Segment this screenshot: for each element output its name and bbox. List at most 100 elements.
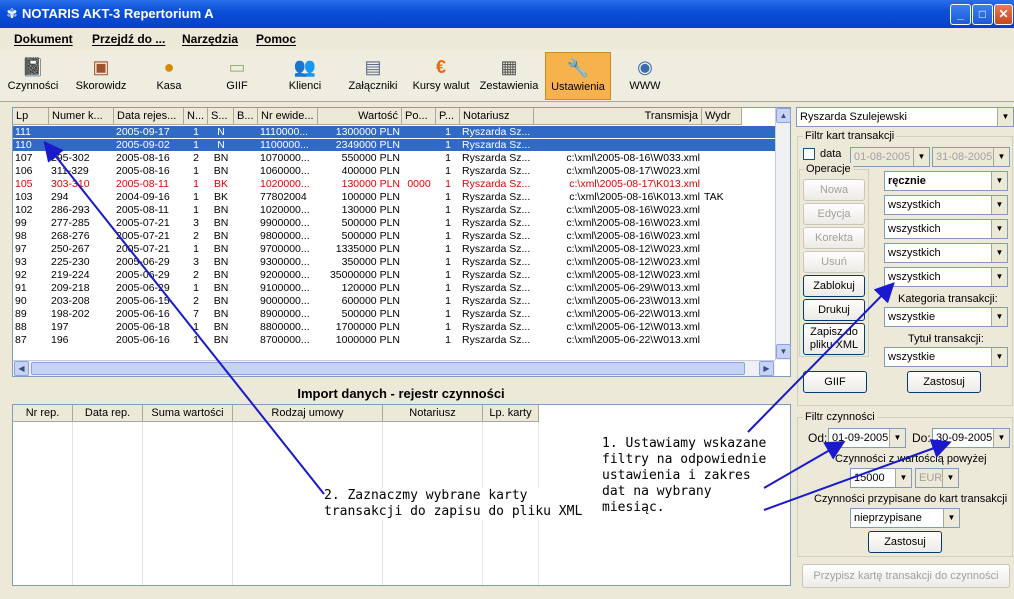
table-row[interactable]: 92 219-224 2005-06-29 2 BN 9200000... 35000000… [13,269,775,281]
col-header-wydr[interactable]: Wydr [702,108,742,125]
col-header-lp[interactable]: Lp [13,108,49,125]
title-label: Tytuł transakcji: [908,333,984,345]
save-xml-button[interactable]: Zapisz do pliku XML [803,323,865,355]
toolbar-zalaczniki[interactable]: ▤ Załączniki [344,52,402,100]
col-header-wartosc[interactable]: Wartość [318,108,402,125]
scroll-thumb[interactable] [31,362,745,375]
usun-button[interactable]: Usuń [803,251,865,273]
import-col-header[interactable]: Lp. karty [483,405,539,422]
menu-pomoc[interactable]: Pomoc [256,32,296,46]
cell-transmisja: c:\xml\2005-08-16\W033.xml [566,152,700,164]
toolbar-label: Załączniki [348,80,398,92]
table-row[interactable]: 99 277-285 2005-07-21 3 BN 9900000... 500000 P… [13,217,775,229]
filter-select-2[interactable]: wszystkich ▼ [884,219,1008,239]
table-row[interactable]: 102 286-293 2005-08-11 1 BN 1020000... 130000 … [13,204,775,216]
toolbar-kasa[interactable]: ● Kasa [140,52,198,100]
nowa-button[interactable]: Nowa [803,179,865,201]
filter-select-1[interactable]: wszystkich ▼ [884,195,1008,215]
korekta-button[interactable]: Korekta [803,227,865,249]
table-row[interactable]: 97 250-267 2005-07-21 1 BN 9700000... 1335000 … [13,243,775,255]
col-header-n[interactable]: N... [184,108,208,125]
scroll-right-icon[interactable]: ▶ [759,361,774,376]
zablokuj-button[interactable]: Zablokuj [803,275,865,297]
col-header-nr-ewid[interactable]: Nr ewide... [258,108,318,125]
assign-card-button[interactable]: Przypisz kartę transakcji do czynności [802,564,1010,588]
toolbar-giif[interactable]: ▭ GIIF [208,52,266,100]
table-row[interactable]: 90 203-208 2005-06-15 2 BN 9000000... 600000 P… [13,295,775,307]
column-divider [72,422,73,585]
notary-select[interactable]: Ryszarda Szulejewski ▼ [796,107,1014,127]
mode-select[interactable]: ręcznie ▼ [884,171,1008,191]
import-col-header[interactable]: Nr rep. [13,405,73,422]
apply-cards-filter-button[interactable]: Zastosuj [907,371,981,393]
table-row[interactable]: 91 209-218 2005-06-29 1 BN 9100000... 120000 P… [13,282,775,294]
col-header-p[interactable]: P... [436,108,460,125]
import-col-header[interactable]: Suma wartości [143,405,233,422]
table-row[interactable]: 89 198-202 2005-06-16 7 BN 8900000... 500000 P… [13,308,775,320]
grid-vertical-scrollbar[interactable]: ▲ ▼ [775,108,791,360]
title-select[interactable]: wszystkie ▼ [884,347,1008,367]
do-date-picker[interactable]: 30-09-2005 ▼ [932,428,1010,448]
toolbar-klienci[interactable]: 👥 Klienci [276,52,334,100]
toolbar-czynnosci[interactable]: 📓 Czynności [4,52,62,100]
toolbar-ustawienia[interactable]: 🔧 Ustawienia [545,52,611,100]
date-to-picker[interactable]: 31-08-2005 ▼ [932,147,1010,167]
table-row[interactable]: 110 2005-09-02 1 N 1100000... 2349000 PLN 1 Rys… [13,139,775,151]
value-threshold-select[interactable]: 15000 ▼ [850,468,912,488]
close-button[interactable]: ✕ [994,4,1013,25]
col-header-b[interactable]: B... [234,108,258,125]
currency-value: EUR [919,472,943,484]
category-select[interactable]: wszystkie ▼ [884,307,1008,327]
menu-przejdz[interactable]: Przejdź do ... [92,32,165,46]
scroll-left-icon[interactable]: ◀ [14,361,29,376]
scroll-up-icon[interactable]: ▲ [776,108,791,123]
table-row[interactable]: 106 311-329 2005-08-16 1 BN 1060000... 400000 … [13,165,775,177]
scroll-down-icon[interactable]: ▼ [776,344,791,359]
toolbar-skorowidz[interactable]: ▣ Skorowidz [72,52,130,100]
cell-n: 2 [193,230,199,242]
table-row[interactable]: 87 196 2005-06-16 1 BN 8700000... 1000000 PLN 1… [13,334,775,346]
table-row[interactable]: 111 2005-09-17 1 N 1110000... 1300000 PLN 1 Rys… [13,126,775,138]
giif-button[interactable]: GIIF [803,371,867,393]
cell-transmisja: c:\xml\2005-08-12\W023.xml [566,243,700,255]
apply-acts-filter-button[interactable]: Zastosuj [868,531,942,553]
col-header-data[interactable]: Data rejes... [114,108,184,125]
maximize-button[interactable]: □ [972,4,993,25]
import-col-header[interactable]: Data rep. [73,405,143,422]
import-col-header[interactable]: Notariusz [383,405,483,422]
col-header-po[interactable]: Po... [402,108,436,125]
col-header-numer[interactable]: Numer k... [49,108,114,125]
minimize-button[interactable]: _ [950,4,971,25]
cell-transmisja: c:\xml\2005-08-16\W023.xml [566,230,700,242]
menu-narzedzia[interactable]: Narzędzia [182,32,238,46]
filter-select-3[interactable]: wszystkich ▼ [884,243,1008,263]
assigned-select[interactable]: nieprzypisane ▼ [850,508,960,528]
od-date-picker[interactable]: 01-09-2005 ▼ [828,428,906,448]
filter-select-4[interactable]: wszystkich ▼ [884,267,1008,287]
date-from-picker[interactable]: 01-08-2005 ▼ [850,147,930,167]
drukuj-button[interactable]: Drukuj [803,299,865,321]
menu-dokument[interactable]: Dokument [14,32,73,46]
transaction-cards-grid[interactable]: Lp Numer k... Data rejes... N... S... B... Nr … [12,107,791,377]
edycja-button[interactable]: Edycja [803,203,865,225]
cell-wartosc: 130000 PLN [341,178,400,190]
grid-horizontal-scrollbar[interactable]: ◀ ▶ [13,360,775,376]
cell-numer: 268-276 [51,230,90,242]
toolbar-zestawienia[interactable]: ▦ Zestawienia [478,52,540,100]
table-row[interactable]: 103 294 2004-09-16 1 BK 77802004 100000 PLN 1 Ry… [13,191,775,203]
import-col-header[interactable]: Rodzaj umowy [233,405,383,422]
cell-wartosc: 1700000 PLN [335,321,400,333]
currency-select[interactable]: EUR ▼ [915,468,959,488]
col-header-s[interactable]: S... [208,108,234,125]
cell-p: 1 [445,321,451,333]
table-row[interactable]: 88 197 2005-06-18 1 BN 8800000... 1700000 PLN 1… [13,321,775,333]
toolbar-kursy-walut[interactable]: € Kursy walut [410,52,472,100]
table-row[interactable]: 105 303-310 2005-08-11 1 BK 1020000... 130000 … [13,178,775,190]
col-header-transmisja[interactable]: Transmisja [534,108,702,125]
table-row[interactable]: 93 225-230 2005-06-29 3 BN 9300000... 350000 P… [13,256,775,268]
date-checkbox[interactable] [803,148,815,160]
table-row[interactable]: 98 268-276 2005-07-21 2 BN 9800000... 500000 P… [13,230,775,242]
table-row[interactable]: 107 295-302 2005-08-16 2 BN 1070000... 550000 … [13,152,775,164]
col-header-notariusz[interactable]: Notariusz [460,108,534,125]
toolbar-www[interactable]: ◉ WWW [616,52,674,100]
